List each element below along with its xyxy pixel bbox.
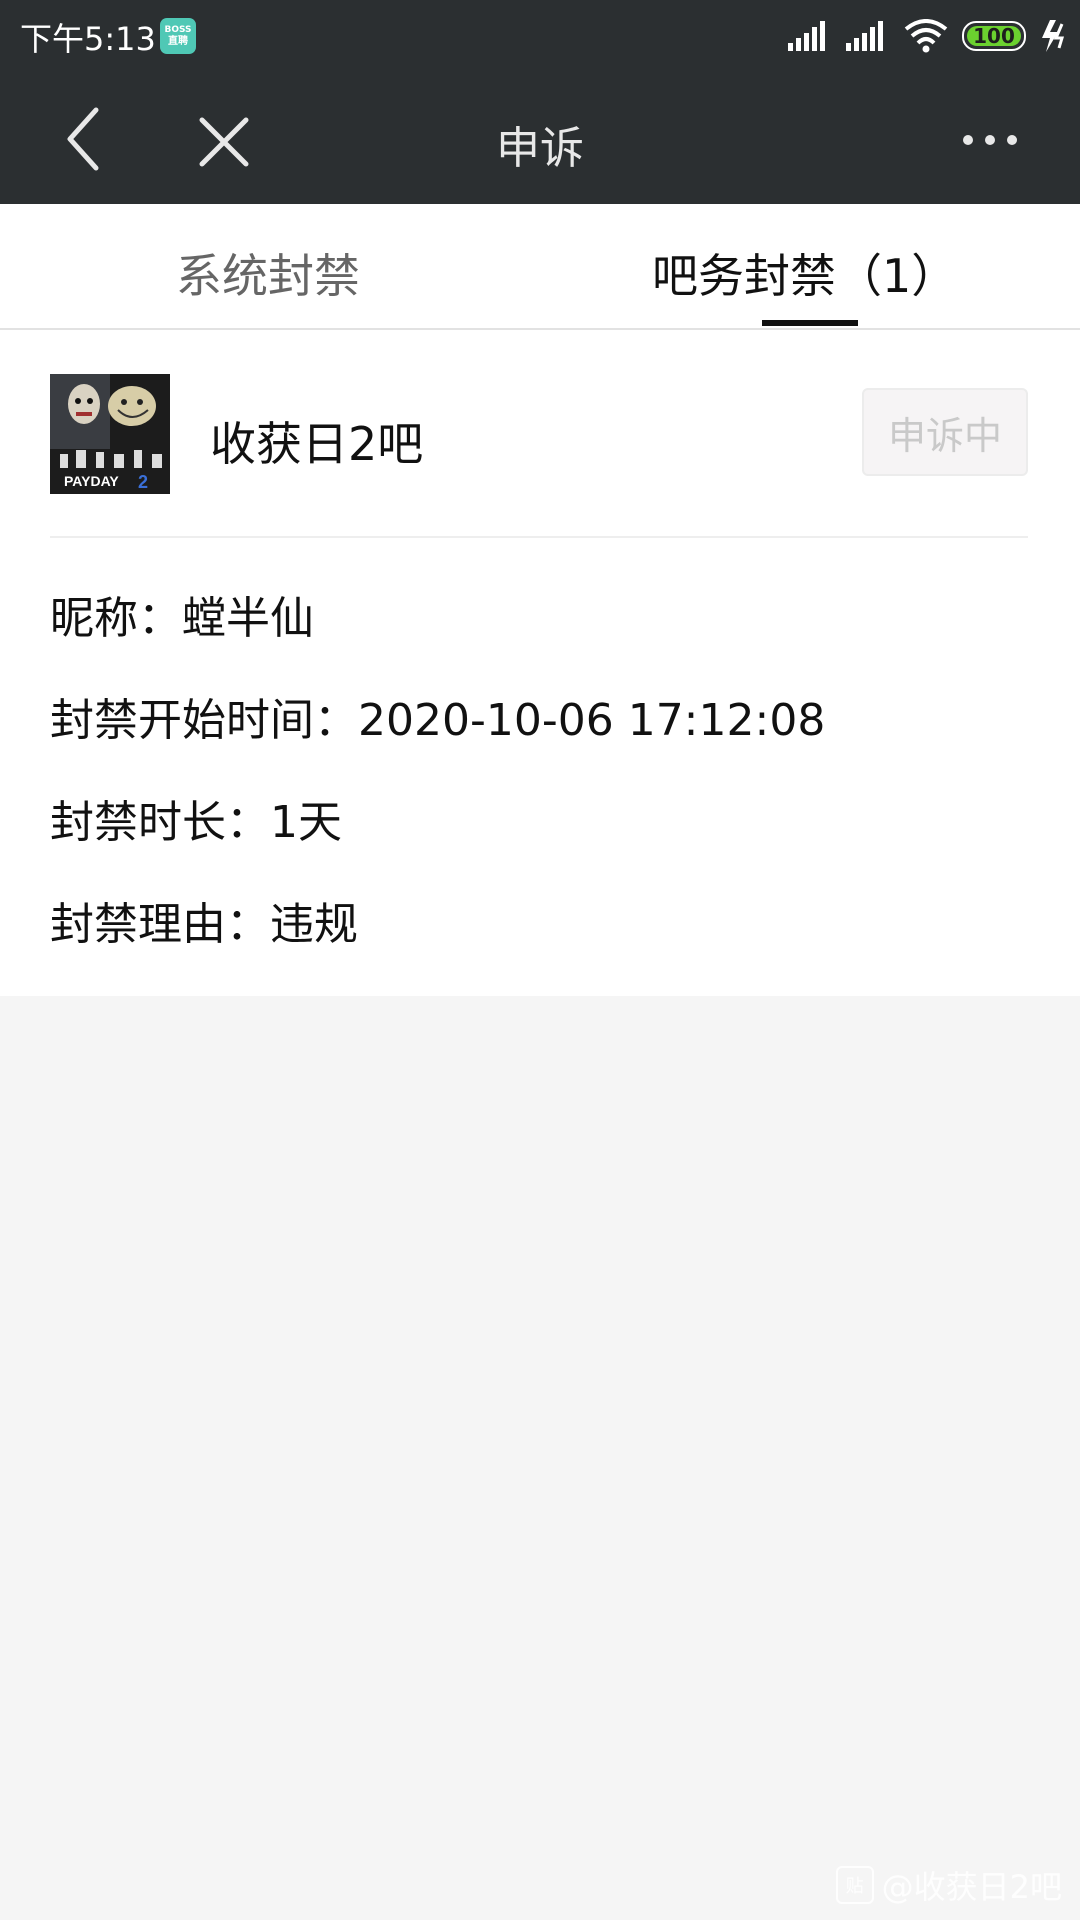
tab-bar: 系统封禁 吧务封禁（1）: [0, 204, 1080, 330]
nickname-label: 昵称：: [50, 593, 182, 644]
signal-icon: [788, 21, 825, 51]
payday-logo-image: PAYDAY 2: [50, 374, 170, 494]
appeal-status-button[interactable]: 申诉中: [862, 388, 1028, 476]
ban-duration-label: 封禁时长：: [50, 797, 270, 848]
tab-indicator: [762, 320, 858, 326]
ban-duration-row: 封禁时长：1天: [50, 786, 342, 850]
nickname-value: 螳半仙: [182, 593, 314, 644]
forum-avatar[interactable]: PAYDAY 2: [50, 374, 170, 494]
status-bar: 下午5:13 BOSS 直聘 100: [0, 0, 1080, 72]
more-icon[interactable]: [960, 130, 1020, 150]
page-title: 申诉: [496, 123, 584, 174]
tab-forum-ban[interactable]: 吧务封禁（1）: [652, 240, 957, 306]
ban-reason-label: 封禁理由：: [50, 899, 270, 950]
ban-start-label: 封禁开始时间：: [50, 695, 358, 746]
ban-start-row: 封禁开始时间：2020-10-06 17:12:08: [50, 684, 825, 748]
watermark-text: @收获日2吧: [881, 1868, 1062, 1906]
forum-name[interactable]: 收获日2吧: [210, 408, 423, 474]
battery-level: 100: [973, 24, 1015, 48]
charging-icon: [1042, 20, 1065, 52]
boss-badge-line2: 直聘: [168, 36, 188, 47]
nickname-row: 昵称：螳半仙: [50, 582, 314, 646]
svg-text:PAYDAY: PAYDAY: [64, 473, 119, 489]
ban-reason-value: 违规: [270, 899, 358, 950]
ban-duration-value: 1天: [270, 797, 342, 848]
ban-start-value: 2020-10-06 17:12:08: [358, 695, 826, 746]
wifi-icon: [904, 19, 948, 53]
ban-reason-row: 封禁理由：违规: [50, 888, 358, 952]
boss-app-icon: BOSS 直聘: [160, 18, 196, 54]
battery-icon: 100: [962, 21, 1026, 51]
tab-system-ban[interactable]: 系统封禁: [176, 240, 360, 306]
ban-card: PAYDAY 2 收获日2吧 申诉中 昵称：螳半仙 封禁开始时间：2020-10…: [0, 330, 1080, 996]
status-icons: 100: [774, 16, 1068, 56]
watermark: 贴 @收获日2吧: [835, 1862, 1062, 1908]
tieba-icon: 贴: [835, 1866, 874, 1904]
divider: [50, 536, 1028, 538]
svg-text:2: 2: [138, 472, 148, 492]
boss-badge-line1: BOSS: [164, 25, 192, 35]
status-time: 下午5:13: [20, 20, 156, 58]
nav-bar: 申诉: [0, 72, 1080, 204]
signal-icon-2: [846, 21, 883, 51]
